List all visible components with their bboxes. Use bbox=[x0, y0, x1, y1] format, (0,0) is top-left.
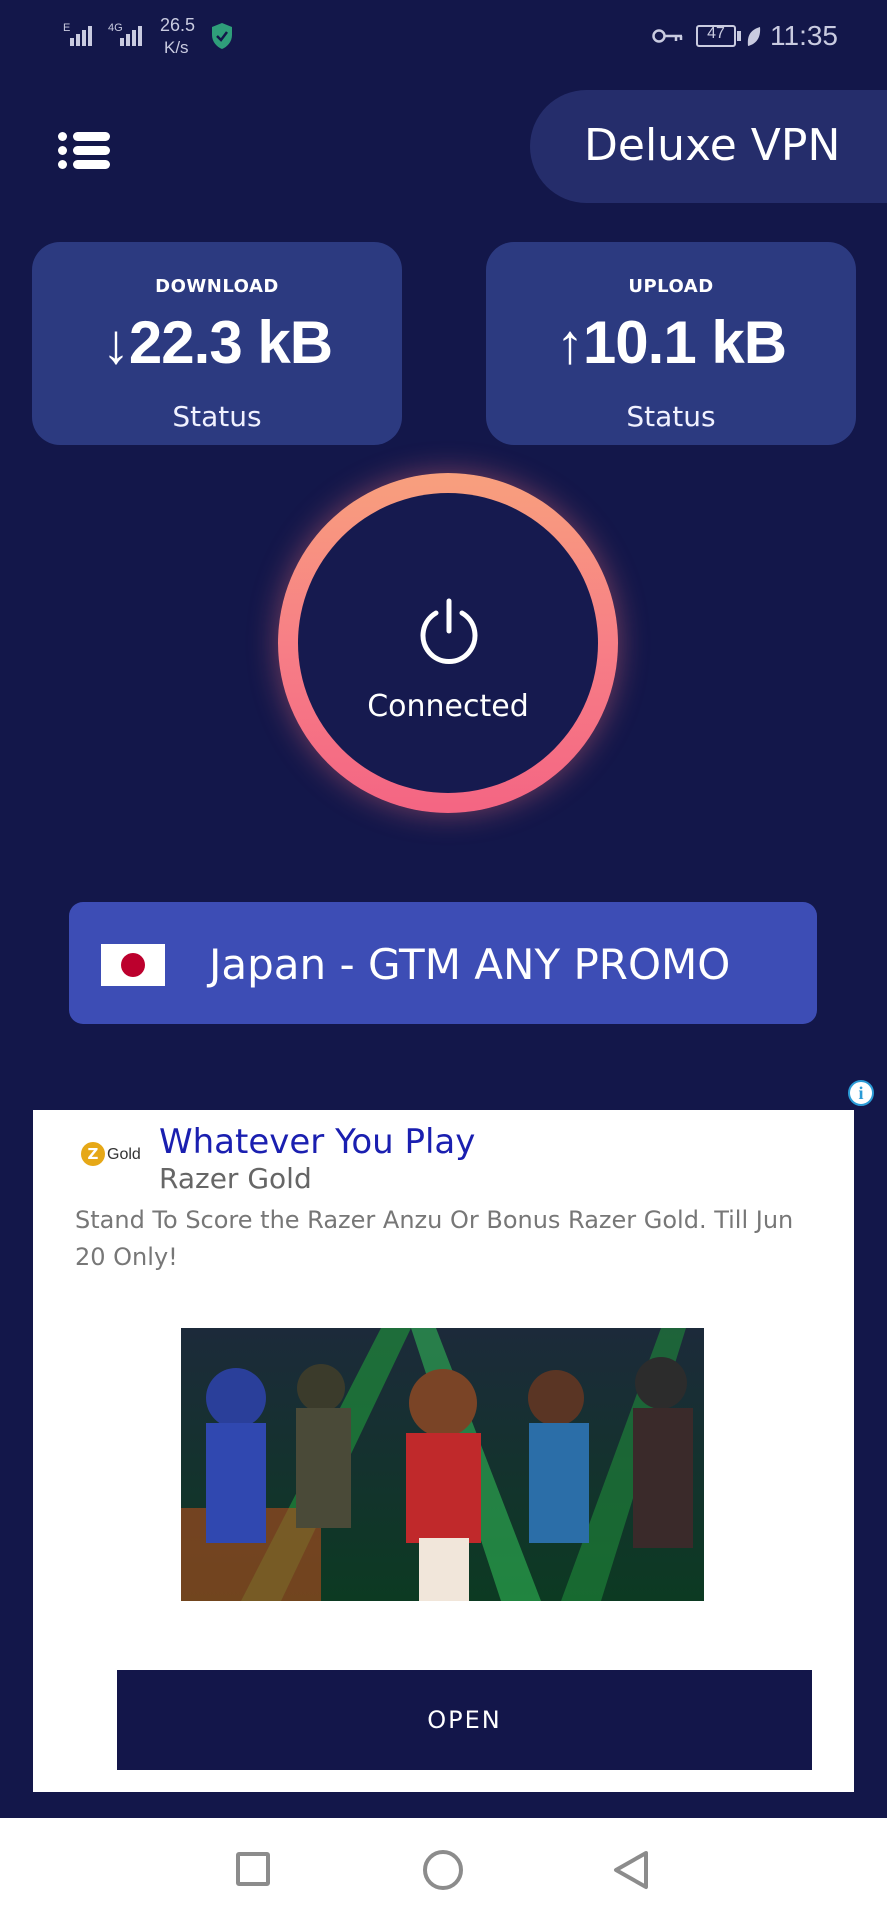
power-icon bbox=[420, 598, 478, 664]
recents-square-icon[interactable] bbox=[236, 1852, 270, 1886]
ad-artwork bbox=[181, 1328, 704, 1601]
net-speed-value: 26.5 bbox=[160, 15, 196, 35]
logo-mark: Z bbox=[81, 1142, 105, 1166]
battery-level: 47 bbox=[707, 25, 725, 42]
open-button[interactable]: OPEN bbox=[117, 1670, 812, 1770]
menu-button[interactable] bbox=[58, 130, 110, 170]
download-value: 22.3 kB bbox=[128, 309, 333, 376]
back-triangle-icon[interactable] bbox=[612, 1850, 650, 1890]
app-title: Deluxe VPN bbox=[584, 120, 841, 171]
list-menu-icon bbox=[58, 130, 110, 170]
connect-button[interactable]: Connected bbox=[278, 473, 618, 813]
home-circle-icon[interactable] bbox=[423, 1850, 463, 1890]
net-speed-unit: K/s bbox=[164, 38, 189, 57]
arrow-up-icon: ↑ bbox=[555, 312, 584, 375]
system-navigation-bar bbox=[0, 1818, 887, 1920]
razer-gold-logo: Z Gold bbox=[81, 1142, 145, 1170]
key-icon bbox=[652, 29, 683, 43]
ad-card[interactable]: Z Gold Whatever You Play Razer Gold Stan… bbox=[33, 1110, 854, 1792]
logo-text: Gold bbox=[107, 1146, 141, 1163]
download-status: Status bbox=[172, 400, 262, 433]
server-selector[interactable]: Japan - GTM ANY PROMO bbox=[69, 902, 817, 1024]
arrow-down-icon: ↓ bbox=[101, 312, 130, 375]
ad-advertiser: Razer Gold bbox=[159, 1162, 312, 1195]
signal-4g-icon bbox=[120, 26, 144, 46]
upload-card: UPLOAD ↑10.1 kB Status bbox=[486, 242, 856, 445]
leaf-icon bbox=[747, 27, 761, 46]
server-label: Japan - GTM ANY PROMO bbox=[209, 940, 731, 989]
download-card: DOWNLOAD ↓22.3 kB Status bbox=[32, 242, 402, 445]
download-value-row: ↓22.3 kB bbox=[32, 308, 402, 377]
upload-label: UPLOAD bbox=[628, 276, 714, 297]
connect-button-face: Connected bbox=[298, 493, 598, 793]
info-icon[interactable]: i bbox=[848, 1080, 874, 1106]
ad-image[interactable] bbox=[181, 1328, 704, 1601]
ad-description: Stand To Score the Razer Anzu Or Bonus R… bbox=[75, 1206, 794, 1271]
battery-icon: 47 bbox=[696, 25, 736, 47]
upload-value: 10.1 kB bbox=[582, 309, 787, 376]
upload-status: Status bbox=[626, 400, 716, 433]
ad-title[interactable]: Whatever You Play bbox=[159, 1122, 475, 1162]
signal-icon bbox=[70, 26, 94, 46]
status-bar: E 4G 26.5 K/s 47 11:35 bbox=[0, 0, 887, 75]
download-label: DOWNLOAD bbox=[155, 276, 279, 297]
app-title-pill: Deluxe VPN bbox=[530, 90, 887, 203]
clock: 11:35 bbox=[770, 20, 838, 51]
connection-state-label: Connected bbox=[367, 689, 529, 724]
battery-tip bbox=[737, 31, 741, 41]
japan-flag-icon bbox=[101, 944, 165, 986]
upload-value-row: ↑10.1 kB bbox=[486, 308, 856, 377]
shield-check-icon bbox=[212, 23, 232, 49]
